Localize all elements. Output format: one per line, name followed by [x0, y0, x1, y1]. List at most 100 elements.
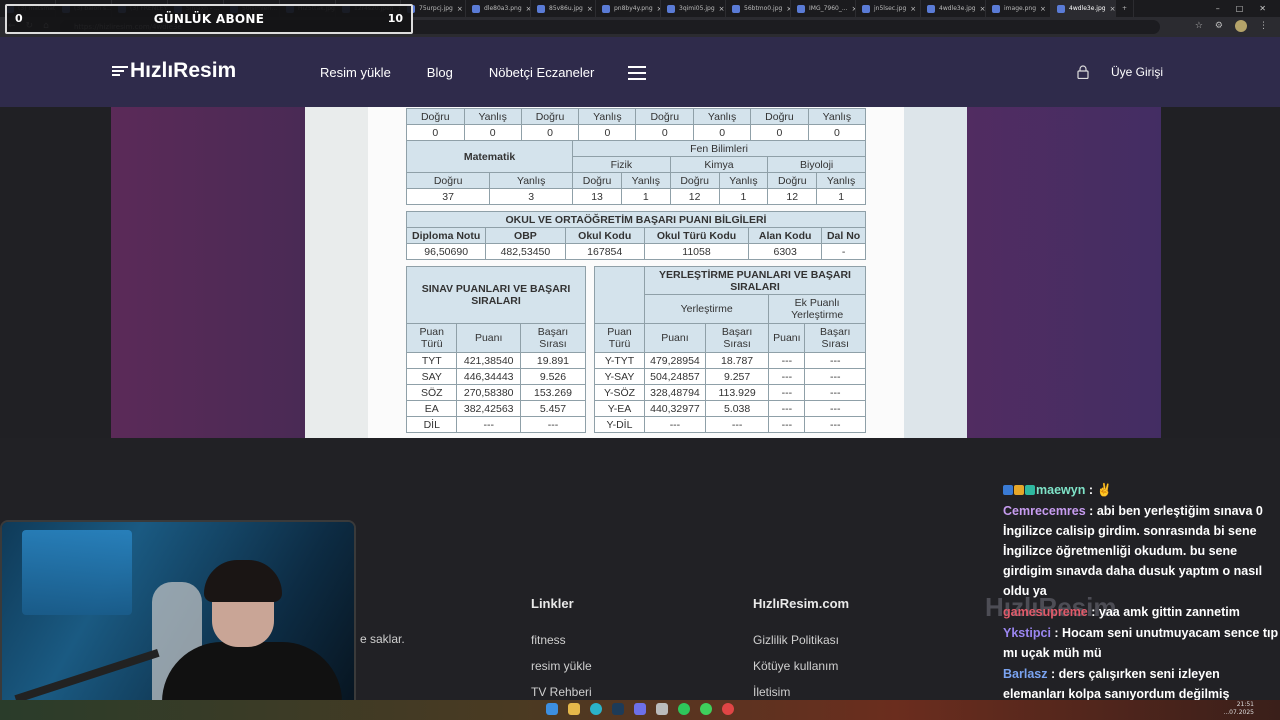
table-cell: Y-TYT [594, 352, 645, 369]
table-cell: 18.787 [704, 352, 770, 369]
login-link[interactable]: Üye Girişi [1111, 65, 1163, 79]
table-cell: Yanlış [816, 172, 866, 189]
footer-link-kotuye-kullanim[interactable]: Kötüye kullanım [753, 659, 849, 673]
table-cell: 446,34443 [456, 368, 521, 385]
table-cell: 440,32977 [644, 400, 706, 417]
webcam-overlay [0, 520, 356, 720]
tab-favicon-icon [1057, 4, 1065, 13]
blank-header [594, 266, 645, 324]
tab-favicon-icon [992, 4, 1000, 13]
chat-badge-icon [1003, 485, 1013, 495]
column-header: Puanı [644, 323, 706, 353]
table-cell: 9.526 [519, 368, 587, 385]
close-tab-icon[interactable]: × [457, 5, 463, 13]
table-row: SAY 446,34443 9.526 [405, 368, 587, 385]
whatsapp-icon[interactable] [700, 703, 712, 715]
close-tab-icon[interactable]: × [910, 5, 916, 13]
site-logo[interactable]: HızlıResim [112, 59, 236, 83]
table-cell: --- [804, 384, 866, 401]
star-icon[interactable]: ☆ [1195, 21, 1203, 31]
table-cell: 113.929 [704, 384, 770, 401]
profile-avatar[interactable] [1235, 20, 1247, 32]
table-cell: 167854 [564, 243, 645, 260]
column-header: Puanı [456, 323, 521, 353]
obs-icon[interactable] [722, 703, 734, 715]
tab-title: 3qimi05.jpg [679, 5, 715, 12]
minimize-button[interactable]: – [1216, 4, 1220, 13]
table-cell: Yanlış [807, 108, 867, 125]
footer-link-gizlilik[interactable]: Gizlilik Politikası [753, 633, 849, 647]
table-cell: Doğru [406, 108, 465, 125]
ek-puanli-header: Ek Puanlı Yerleştirme [768, 294, 866, 324]
table-cell: 1 [621, 188, 671, 205]
tab-favicon-icon [927, 4, 935, 13]
browser-tab[interactable]: 4wdle3e.jpg × [921, 0, 986, 17]
folder-icon[interactable] [568, 703, 580, 715]
table-cell: 12 [767, 188, 818, 205]
table-cell: Doğru [750, 108, 809, 125]
browser-tab[interactable]: 56btmo0.jpg× [726, 0, 791, 17]
close-tab-icon[interactable]: × [1040, 5, 1046, 13]
nav-nobetci-eczaneler[interactable]: Nöbetçi Eczaneler [489, 65, 595, 80]
browser-tab[interactable]: 85v86u.jpg × [531, 0, 596, 17]
browser-tab[interactable]: IMG_7960_...× [791, 0, 856, 17]
footer-link-fitness[interactable]: fitness [531, 633, 592, 647]
table-cell: Okul Kodu [564, 227, 645, 244]
browser-tab[interactable]: 4wdle3e.jpg × [1051, 0, 1116, 17]
hamburger-menu-icon[interactable] [628, 66, 646, 84]
new-tab-button[interactable]: + [1116, 0, 1135, 17]
table-cell: Doğru [669, 172, 720, 189]
fen-bilimleri-header: Fen Bilimleri [572, 140, 866, 157]
discord-icon[interactable] [634, 703, 646, 715]
column-header: Başarı Sırası [519, 323, 587, 353]
browser-tab[interactable]: pn8by4y.png× [596, 0, 661, 17]
table-cell: --- [804, 352, 866, 369]
screen: (3) matsmat×(3) balon s...×(3) FRENLEY..… [0, 0, 1280, 720]
tab-favicon-icon [862, 4, 870, 13]
extensions-icon[interactable]: ⚙ [1215, 21, 1223, 31]
chat-username[interactable]: Ykstipci [1003, 626, 1051, 640]
browser-tab[interactable]: jn5lsec.jpg × [856, 0, 921, 17]
tab-title: 75urpcj.jpg [419, 5, 453, 12]
table-cell: 11058 [643, 243, 750, 260]
close-window-button[interactable]: ✕ [1259, 4, 1266, 13]
close-tab-icon[interactable]: × [1110, 5, 1115, 13]
tab-favicon-icon [537, 4, 545, 13]
table-cell: 0 [635, 124, 695, 141]
table-cell: 504,24857 [644, 368, 706, 385]
column-header: Başarı Sırası [804, 323, 866, 353]
footer-site-column: HızlıResim.com Gizlilik Politikası Kötüy… [753, 596, 849, 711]
chat-username[interactable]: Cemrecemres [1003, 504, 1086, 518]
steam-icon[interactable] [612, 703, 624, 715]
taskbar-clock: 21:51 ...07.2025 [1223, 701, 1254, 717]
browser-tab[interactable]: dle80a3.png × [466, 0, 531, 17]
close-tab-icon[interactable]: × [719, 5, 725, 13]
chat-message: maewyn : ✌ [1003, 480, 1280, 500]
close-tab-icon[interactable]: × [980, 5, 985, 13]
menu-icon[interactable]: ⋮ [1259, 21, 1268, 31]
tab-title: pn8by4y.png [614, 5, 653, 12]
edge-icon[interactable] [590, 703, 602, 715]
fizik-header: Fizik [572, 156, 671, 173]
table-cell: Yanlış [489, 172, 574, 189]
nav-resim-yukle[interactable]: Resim yükle [320, 65, 391, 80]
start-icon[interactable] [546, 703, 558, 715]
browser-tab[interactable]: image.png × [986, 0, 1051, 17]
chat-username[interactable]: maewyn [1036, 483, 1085, 497]
counter-title: GÜNLÜK ABONE [153, 12, 265, 26]
maximize-button[interactable]: □ [1236, 4, 1244, 13]
app-icon[interactable] [656, 703, 668, 715]
table-cell: 96,50690 [405, 243, 487, 260]
footer-link-tv-rehberi[interactable]: TV Rehberi [531, 685, 592, 699]
nav-blog[interactable]: Blog [427, 65, 453, 80]
spotify-icon[interactable] [678, 703, 690, 715]
close-tab-icon[interactable]: × [587, 5, 593, 13]
chat-username[interactable]: Barlasz [1003, 667, 1047, 681]
table-cell: 0 [807, 124, 867, 141]
footer-link-resim-yukle[interactable]: resim yükle [531, 659, 592, 673]
footer-link-iletisim[interactable]: İletisim [753, 685, 849, 699]
table-cell: 5.038 [704, 400, 770, 417]
chat-username[interactable]: gamesupreme [1003, 605, 1088, 619]
photo-right-edge [904, 107, 967, 438]
browser-tab[interactable]: 3qimi05.jpg × [661, 0, 726, 17]
